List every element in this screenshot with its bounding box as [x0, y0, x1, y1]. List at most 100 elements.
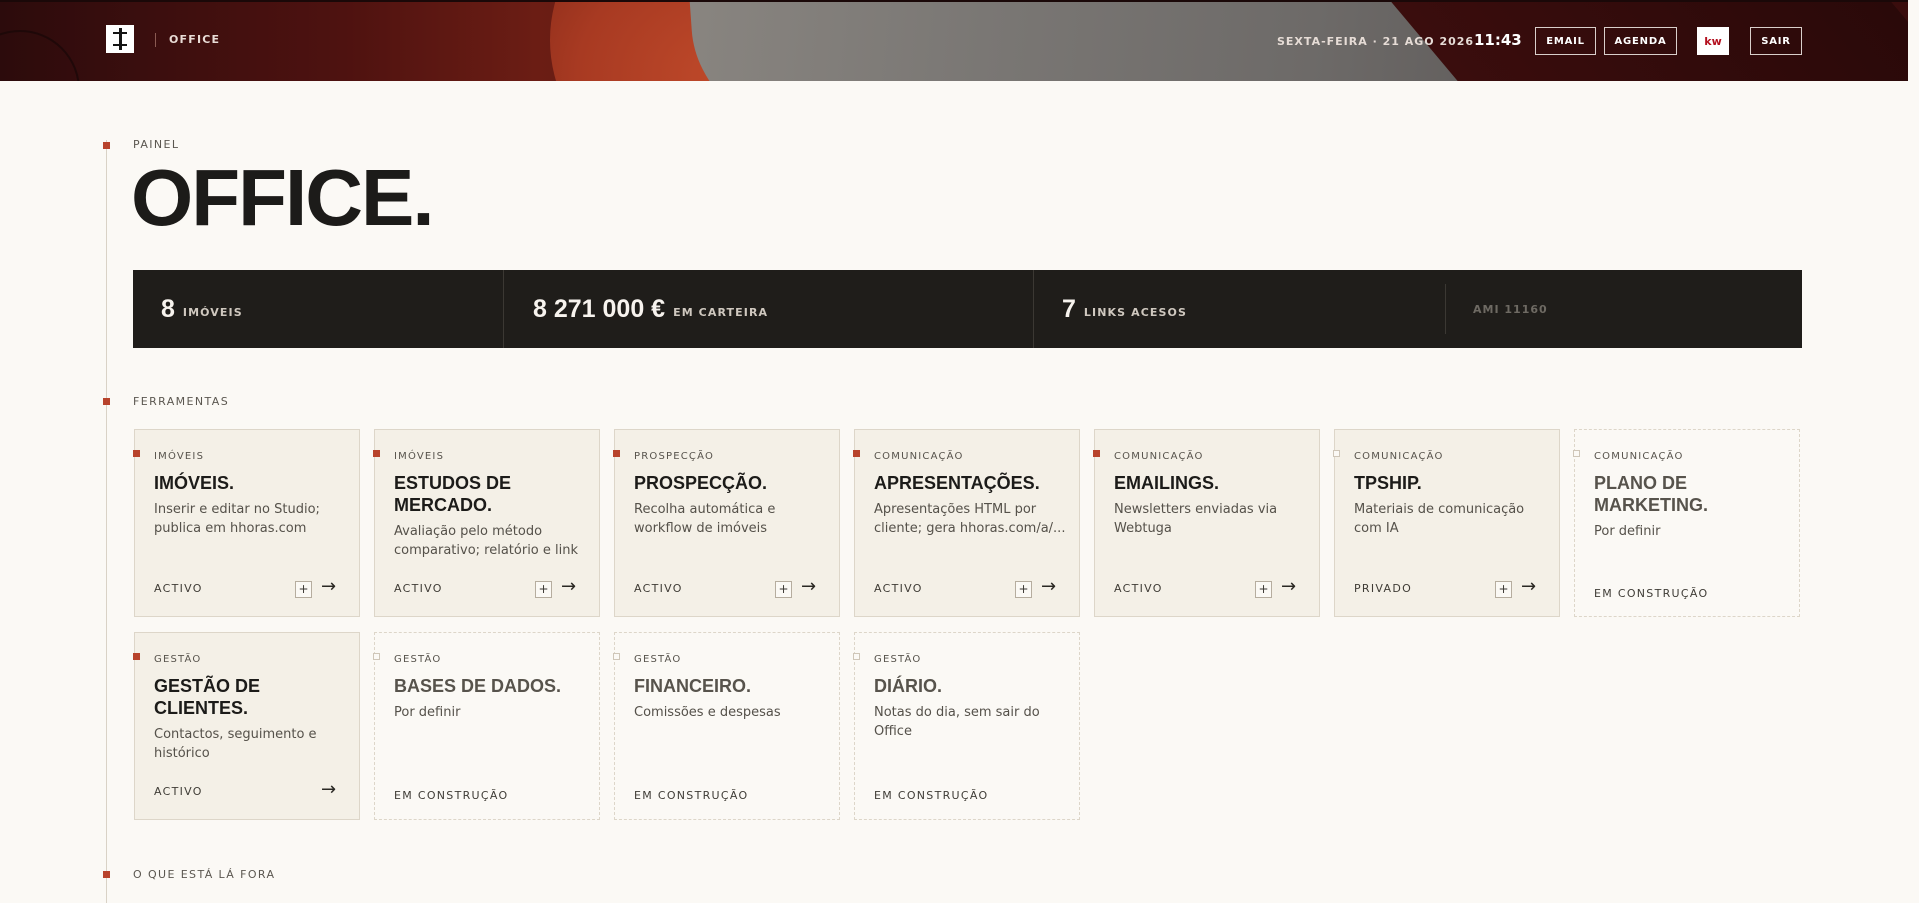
stat-value: 7 [1062, 294, 1076, 323]
timeline-marker-outside [103, 871, 110, 878]
stat-value: 8 271 000 € [533, 294, 666, 323]
open-arrow-icon[interactable]: → [1041, 576, 1056, 597]
card-status: ACTIVO [874, 582, 923, 595]
page-title: OFFICE. [131, 153, 435, 242]
card-description: Avaliação pelo método comparativo; relat… [394, 524, 579, 558]
card-description: Newsletters enviadas via Webtuga [1114, 502, 1278, 536]
open-arrow-icon[interactable]: → [1281, 576, 1296, 597]
active-marker [1093, 450, 1100, 457]
tool-card-emailings[interactable]: COMUNICAÇÃO EMAILINGS. Newsletters envia… [1093, 429, 1320, 617]
tool-card-bases-dados: GESTÃO BASES DE DADOS. Por definir EM CO… [373, 632, 600, 820]
active-marker [853, 450, 860, 457]
stat-label: IMÓVEIS [182, 305, 243, 319]
card-title: TPSHIP. [1354, 473, 1422, 493]
card-title: APRESENTAÇÕES. [874, 473, 1040, 493]
brand-logo[interactable] [106, 25, 134, 53]
inactive-marker [613, 653, 620, 660]
tool-card-estudos-mercado[interactable]: IMÓVEIS ESTUDOS DE MERCADO. Avaliação pe… [373, 429, 600, 617]
card-status: EM CONSTRUÇÃO [874, 789, 989, 802]
ami-number: AMI 11160 [1473, 302, 1548, 316]
stats-bar: 8 IMÓVEIS 8 271 000 € EM CARTEIRA 7 LINK… [133, 270, 1802, 348]
agenda-button[interactable]: AGENDA [1604, 27, 1677, 55]
card-category: COMUNICAÇÃO [874, 451, 964, 462]
current-date: SEXTA-FEIRA · 21 AGO 2026 [1277, 35, 1475, 48]
logo-icon [110, 28, 130, 50]
section-label-outside: O QUE ESTÁ LÁ FORA [133, 868, 276, 881]
logo-separator [155, 33, 156, 47]
open-arrow-icon[interactable]: → [561, 576, 576, 597]
tool-card-apresentacoes[interactable]: COMUNICAÇÃO APRESENTAÇÕES. Apresentações… [853, 429, 1080, 617]
card-description: Inserir e editar no Studio; publica em h… [154, 502, 320, 536]
inactive-marker [853, 653, 860, 660]
card-title: EMAILINGS. [1114, 473, 1220, 493]
card-category: COMUNICAÇÃO [1354, 451, 1444, 462]
header-decoration-ring [0, 30, 80, 81]
card-title: IMÓVEIS. [154, 473, 235, 493]
active-marker [133, 450, 140, 457]
stat-value: 8 [161, 294, 175, 323]
email-button[interactable]: EMAIL [1535, 27, 1596, 55]
stat-label: EM CARTEIRA [673, 305, 769, 319]
card-status: ACTIVO [634, 582, 683, 595]
stat-links: 7 LINKS ACESOS [1062, 270, 1187, 348]
card-description: Contactos, seguimento e histórico [154, 727, 317, 761]
card-title: PROSPECÇÃO. [634, 473, 768, 493]
section-label-painel: PAINEL [133, 138, 180, 151]
card-status: ACTIVO [394, 582, 443, 595]
card-description: Por definir [394, 705, 461, 720]
inactive-marker [1573, 450, 1580, 457]
left-timeline-line [106, 140, 107, 903]
ami-license: AMI 11160 [1473, 270, 1548, 348]
card-title: GESTÃO DE CLIENTES. [154, 676, 261, 718]
tool-card-diario: GESTÃO DIÁRIO. Notas do dia, sem sair do… [853, 632, 1080, 820]
card-category: IMÓVEIS [394, 451, 445, 462]
add-button[interactable]: + [1495, 581, 1512, 598]
stat-carteira: 8 271 000 € EM CARTEIRA [533, 270, 768, 348]
card-title: ESTUDOS DE MERCADO. [394, 473, 512, 515]
inactive-marker [1333, 450, 1340, 457]
logout-button[interactable]: SAIR [1750, 27, 1802, 55]
card-status: ACTIVO [154, 785, 203, 798]
card-title: BASES DE DADOS. [394, 676, 562, 696]
card-description: Comissões e despesas [634, 705, 781, 720]
tool-card-prospeccao[interactable]: PROSPECÇÃO PROSPECÇÃO. Recolha automátic… [613, 429, 840, 617]
card-category: COMUNICAÇÃO [1594, 451, 1684, 462]
timeline-marker-ferramentas [103, 398, 110, 405]
card-description: Notas do dia, sem sair do Office [874, 705, 1040, 739]
tool-card-imoveis[interactable]: IMÓVEIS IMÓVEIS. Inserir e editar no Stu… [133, 429, 360, 617]
card-title: DIÁRIO. [874, 676, 943, 696]
card-category: GESTÃO [874, 654, 922, 665]
stat-divider [503, 270, 504, 348]
card-category: GESTÃO [394, 654, 442, 665]
add-button[interactable]: + [1015, 581, 1032, 598]
card-status: EM CONSTRUÇÃO [634, 789, 749, 802]
timeline-marker-painel [103, 142, 110, 149]
card-category: GESTÃO [634, 654, 682, 665]
open-arrow-icon[interactable]: → [321, 576, 336, 597]
card-description: Recolha automática e workflow de imóveis [634, 502, 776, 536]
add-button[interactable]: + [1255, 581, 1272, 598]
top-header: OFFICE SEXTA-FEIRA · 21 AGO 2026 11:43 E… [0, 0, 1908, 81]
add-button[interactable]: + [295, 581, 312, 598]
tool-card-plano-marketing: COMUNICAÇÃO PLANO DE MARKETING. Por defi… [1573, 429, 1800, 617]
add-button[interactable]: + [535, 581, 552, 598]
open-arrow-icon[interactable]: → [1521, 576, 1536, 597]
card-status: EM CONSTRUÇÃO [1594, 587, 1709, 600]
tool-card-tpship[interactable]: COMUNICAÇÃO TPSHIP. Materiais de comunic… [1333, 429, 1560, 617]
card-title: PLANO DE MARKETING. [1594, 473, 1708, 515]
card-category: COMUNICAÇÃO [1114, 451, 1204, 462]
open-arrow-icon[interactable]: → [321, 779, 336, 800]
card-status: EM CONSTRUÇÃO [394, 789, 509, 802]
card-status: ACTIVO [154, 582, 203, 595]
card-status: ACTIVO [1114, 582, 1163, 595]
tool-card-gestao-clientes[interactable]: GESTÃO GESTÃO DE CLIENTES. Contactos, se… [133, 632, 360, 820]
stat-divider [1445, 284, 1446, 334]
current-time: 11:43 [1474, 31, 1522, 49]
tool-card-financeiro: GESTÃO FINANCEIRO. Comissões e despesas … [613, 632, 840, 820]
active-marker [613, 450, 620, 457]
open-arrow-icon[interactable]: → [801, 576, 816, 597]
section-label-ferramentas: FERRAMENTAS [133, 395, 230, 408]
card-category: GESTÃO [154, 654, 202, 665]
kw-logo-button[interactable]: kw [1697, 27, 1729, 55]
add-button[interactable]: + [775, 581, 792, 598]
